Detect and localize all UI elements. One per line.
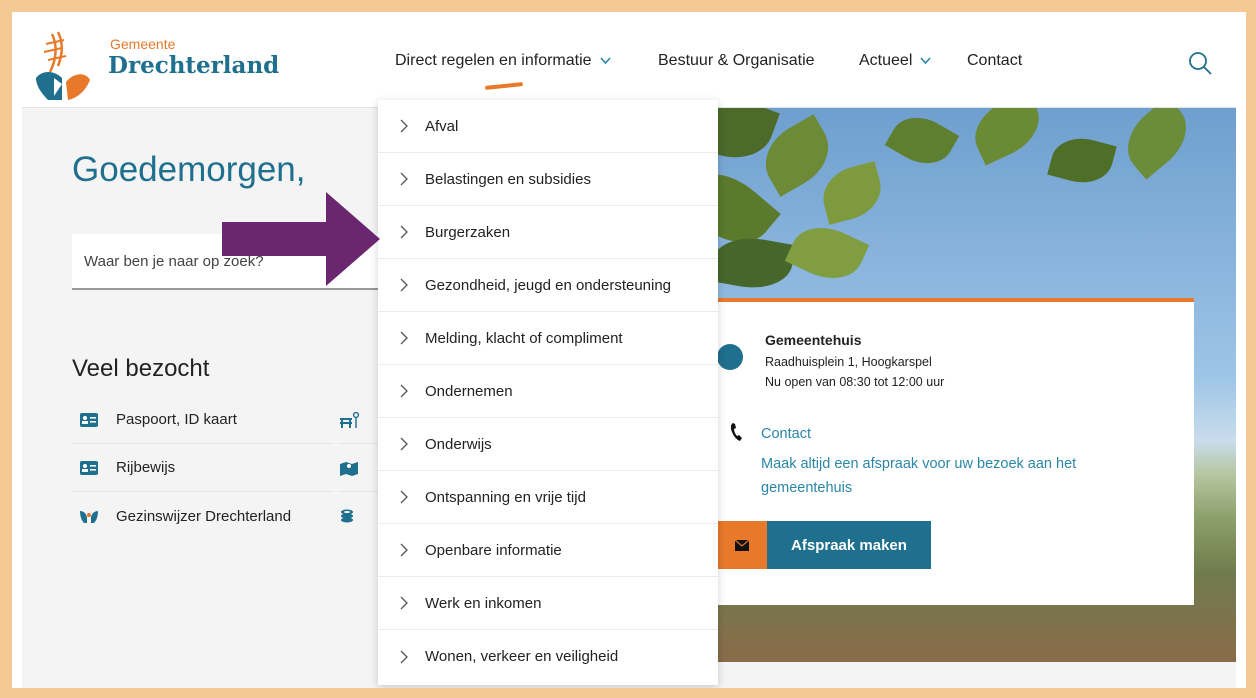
leaf [1047, 131, 1117, 190]
page: Gemeente Drechterland Direct regelen en … [22, 22, 1236, 688]
veel-bezocht-list-right [340, 396, 380, 540]
screenshot-frame: Gemeente Drechterland Direct regelen en … [12, 12, 1246, 688]
site-header: Gemeente Drechterland Direct regelen en … [22, 22, 1236, 108]
map-icon [340, 461, 358, 476]
nav-label: Bestuur & Organisatie [658, 52, 815, 69]
coins-icon [341, 509, 353, 523]
nav-direct-regelen[interactable]: Direct regelen en informatie [395, 52, 611, 70]
direct-regelen-dropdown: Afval Belastingen en subsidies Burgerzak… [378, 100, 718, 685]
menu-item-label: Werk en inkomen [425, 594, 542, 612]
chevron-right-icon [400, 543, 408, 557]
chevron-right-icon [400, 172, 408, 186]
menu-item-burgerzaken[interactable]: Burgerzaken [378, 206, 718, 259]
list-item-label: Gezinswijzer Drechterland [116, 507, 292, 525]
leaf [1114, 108, 1200, 180]
menu-item-label: Wonen, verkeer en veiligheid [425, 648, 619, 665]
menu-item-label: Afval [425, 117, 459, 135]
menu-item-werk-inkomen[interactable]: Werk en inkomen [378, 577, 718, 630]
appointment-note-link[interactable]: Maak altijd een afspraak voor uw bezoek … [761, 452, 1131, 500]
location-pin-icon [717, 344, 743, 370]
chevron-right-icon [400, 596, 408, 610]
gemeentehuis-card: Gemeentehuis Raadhuisplein 1, Hoogkarspe… [707, 298, 1194, 605]
id-card-icon [80, 412, 98, 427]
menu-item-label: Onderwijs [425, 435, 492, 453]
menu-item-belastingen[interactable]: Belastingen en subsidies [378, 153, 718, 206]
menu-item-gezondheid[interactable]: Gezondheid, jeugd en ondersteuning [378, 259, 718, 312]
menu-item-ontspanning[interactable]: Ontspanning en vrije tijd [378, 471, 718, 524]
leaf [964, 108, 1050, 166]
logo-subtitle: Gemeente [110, 36, 176, 52]
chevron-right-icon [400, 384, 408, 398]
list-item[interactable] [340, 492, 380, 540]
list-item-label: Rijbewijs [116, 459, 176, 476]
chevron-right-icon [400, 437, 408, 451]
search-icon[interactable] [1187, 50, 1213, 76]
chevron-right-icon [400, 490, 408, 504]
active-nav-indicator [484, 82, 524, 90]
menu-item-label: Belastingen en subsidies [425, 170, 591, 188]
logo-title[interactable]: Drechterland [108, 52, 279, 79]
list-item-label: Paspoort, ID kaart [116, 411, 237, 428]
chevron-down-icon [920, 57, 931, 65]
menu-item-wonen-verkeer[interactable]: Wonen, verkeer en veiligheid [378, 630, 718, 683]
contact-link[interactable]: Contact [761, 426, 811, 442]
annotation-arrow-icon [222, 192, 380, 286]
menu-item-label: Ontspanning en vrije tijd [425, 488, 586, 506]
nav-label: Actueel [859, 52, 913, 69]
card-title: Gemeentehuis [765, 332, 862, 348]
greeting-heading: Goedemorgen, [72, 150, 306, 189]
list-item-paspoort[interactable]: Paspoort, ID kaart [72, 396, 332, 444]
nav-bestuur[interactable]: Bestuur & Organisatie [658, 52, 815, 70]
menu-item-afval[interactable]: Afval [378, 100, 718, 153]
leaf [784, 215, 870, 291]
list-item-rijbewijs[interactable]: Rijbewijs [72, 444, 332, 492]
list-item-gezinswijzer[interactable]: Gezinswijzer Drechterland [72, 492, 332, 540]
veel-bezocht-list: Paspoort, ID kaart Rijbewijs Gezinswijze… [72, 396, 332, 540]
chevron-down-icon [599, 57, 611, 65]
menu-item-label: Gezondheid, jeugd en ondersteuning [425, 276, 672, 294]
chevron-right-icon [400, 278, 408, 292]
menu-item-label: Burgerzaken [425, 223, 511, 241]
chevron-right-icon [400, 119, 408, 133]
list-item[interactable] [340, 396, 380, 444]
leaf [884, 108, 960, 175]
leaf [816, 161, 888, 225]
chevron-right-icon [400, 225, 408, 239]
envelope-icon [735, 539, 749, 551]
nav-contact[interactable]: Contact [967, 52, 1022, 70]
envelope-button-icon[interactable] [717, 521, 767, 569]
menu-item-label: Openbare informatie [425, 541, 562, 559]
menu-item-ondernemen[interactable]: Ondernemen [378, 365, 718, 418]
veel-bezocht-heading: Veel bezocht [72, 355, 210, 382]
phone-icon [730, 423, 742, 441]
card-opening-hours: Nu open van 08:30 tot 12:00 uur [765, 375, 945, 389]
menu-item-label: Ondernemen [425, 382, 513, 400]
menu-item-label: Melding, klacht of compliment [425, 329, 623, 347]
menu-item-melding[interactable]: Melding, klacht of compliment [378, 312, 718, 365]
list-item[interactable] [340, 444, 380, 492]
menu-item-onderwijs[interactable]: Onderwijs [378, 418, 718, 471]
family-icon [80, 511, 98, 523]
chevron-right-icon [400, 650, 408, 663]
nav-actueel[interactable]: Actueel [859, 52, 931, 70]
nav-label: Direct regelen en informatie [395, 52, 592, 69]
leaf [708, 231, 796, 295]
menu-item-openbare-informatie[interactable]: Openbare informatie [378, 524, 718, 577]
card-address: Raadhuisplein 1, Hoogkarspel [765, 355, 932, 369]
chevron-right-icon [400, 331, 408, 345]
afspraak-maken-button[interactable]: Afspraak maken [767, 521, 931, 569]
bench-icon [340, 411, 360, 428]
id-card-icon [80, 460, 98, 475]
logo-icon[interactable] [28, 26, 108, 102]
nav-label: Contact [967, 52, 1023, 69]
